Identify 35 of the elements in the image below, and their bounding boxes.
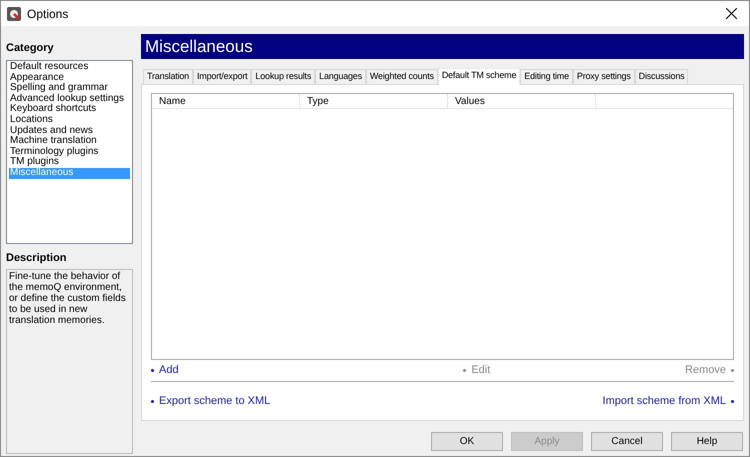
category-item[interactable]: Advanced lookup settings [9,94,130,104]
tab[interactable]: Lookup results [251,69,316,84]
category-item[interactable]: Terminology plugins [9,146,130,158]
category-item[interactable]: Keyboard shortcuts [9,104,130,115]
column-header[interactable]: Values [448,94,596,108]
tab[interactable]: Default TM scheme [438,68,520,85]
action-link[interactable]: Import scheme from XML [602,392,726,410]
dialog-button[interactable]: Help [671,432,743,451]
column-header[interactable]: Type [300,94,448,108]
category-item[interactable]: Appearance [9,72,130,84]
app-icon [7,6,21,20]
description-heading: Description [6,251,68,266]
category-item[interactable]: Spelling and grammar [9,83,130,94]
tab[interactable]: Weighted counts [366,69,438,84]
tab[interactable]: Languages [315,69,366,84]
page-title: Miscellaneous [141,34,744,59]
dialog-button[interactable]: Cancel [591,432,663,451]
column-header[interactable]: Name [152,94,300,108]
tab[interactable]: Proxy settings [572,69,635,84]
description-panel: Fine-tune the behavior of the memoQ environment, or define the custom fields to be used in new translation memories. [6,268,133,454]
category-item[interactable]: TM plugins [9,157,130,168]
category-heading: Category [6,40,55,56]
tab[interactable]: Editing time [520,69,573,84]
tab[interactable]: Discussions [634,69,688,84]
window-title: Options [27,6,68,22]
action-link[interactable]: Add [159,362,179,379]
category-item[interactable]: Default resources [9,62,130,73]
category-item[interactable]: Updates and news [9,126,130,136]
tab[interactable]: Import/export [193,69,252,84]
dialog-button[interactable]: OK [431,432,503,451]
tab[interactable]: Translation [143,69,193,84]
category-item[interactable]: Locations [9,114,130,126]
close-icon[interactable] [726,8,737,19]
action-link[interactable]: Export scheme to XML [159,392,270,410]
category-item[interactable]: Machine translation [9,136,130,147]
